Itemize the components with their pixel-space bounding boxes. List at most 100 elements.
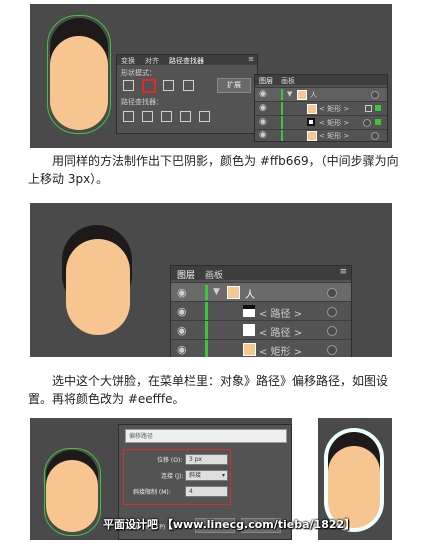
tab-artboards[interactable]: 画板 [205, 268, 223, 281]
target-icon[interactable] [327, 345, 337, 355]
eye-icon[interactable]: ◉ [177, 287, 187, 298]
selection-box [44, 448, 101, 536]
layers-panel-2: 图层 画板 ≡ ◉ ▼ 人 ◉ < 路径 > ◉ < 路径 > ◉ < 矩形 > [170, 265, 352, 357]
offset-label: 位移 (O): [157, 457, 183, 464]
chevron-down-icon: ▾ [221, 472, 225, 479]
instruction-text-1: 用同样的方法制作出下巴阴影，颜色为 #ffb669，（中间步骤为向上移动 3px… [28, 154, 399, 186]
dialog-title-bar: 偏移路径 [125, 429, 287, 443]
target-icon[interactable] [371, 91, 379, 99]
tab-pathfinder[interactable]: 路径查找器 [169, 56, 204, 66]
eye-icon[interactable]: ◉ [259, 90, 267, 99]
screenshot-1: 变换 对齐 路径查找器 ≡ 形状模式： 扩展 路径查找器： 图层 画板 ◉ ▼ … [30, 4, 392, 148]
layer-name: < 矩形 > [319, 105, 350, 113]
layer-name: 人 [310, 91, 317, 99]
dialog-title: 偏移路径 [129, 433, 154, 440]
layer-row[interactable]: ◉ < 矩形 > [255, 115, 387, 129]
eye-icon[interactable]: ◉ [259, 131, 267, 140]
layers-tabbar: 图层 画板 ≡ [171, 266, 351, 281]
layer-row[interactable]: ◉ ▼ 人 [171, 282, 351, 301]
tab-artboards[interactable]: 画板 [281, 76, 295, 86]
tab-layers[interactable]: 图层 [259, 76, 273, 86]
exclude-button[interactable] [183, 80, 194, 91]
layer-name: < 路径 > [259, 328, 303, 339]
target-icon[interactable] [371, 132, 379, 140]
outline-button[interactable] [199, 111, 210, 122]
layer-name: < 矩形 > [319, 132, 350, 140]
layer-row[interactable]: ◉ < 矩形 > [171, 339, 351, 357]
layer-color-bar [205, 285, 208, 300]
pathfinder-label: 路径查找器： [121, 98, 163, 106]
joins-label: 连接 (J): [161, 473, 184, 480]
eye-icon[interactable]: ◉ [259, 104, 267, 113]
target-icon[interactable] [327, 307, 337, 317]
layer-row[interactable]: ◉ < 路径 > [171, 301, 351, 320]
layer-thumbnail [243, 305, 255, 317]
expand-arrow-icon[interactable]: ▼ [287, 90, 292, 98]
instruction-text-2: 选中这个大饼脸，在菜单栏里：对象》路径》偏移路径，如图设置。再将颜色改为 #ee… [28, 374, 389, 406]
character-2 [62, 225, 132, 335]
face-shape [66, 239, 130, 335]
panel-menu-icon[interactable]: ≡ [339, 267, 347, 277]
watermark: 平面设计吧 【www.linecg.com/tieba/1822】 [103, 518, 356, 531]
layers-tabbar: 图层 画板 [255, 75, 387, 85]
eye-icon[interactable]: ◉ [177, 306, 187, 317]
tab-layers[interactable]: 图层 [177, 268, 195, 281]
shape-modes-label: 形状模式： [121, 69, 156, 77]
pathfinder-panel: 变换 对齐 路径查找器 ≡ 形状模式： 扩展 路径查找器： [116, 54, 258, 134]
unite-button[interactable] [123, 80, 134, 91]
panel-tabbar: 变换 对齐 路径查找器 ≡ [117, 55, 257, 65]
target-icon[interactable] [363, 119, 371, 127]
panel-menu-icon[interactable]: ≡ [248, 55, 254, 63]
layer-color-bar [205, 340, 208, 357]
selection-indicator [375, 105, 381, 111]
layer-thumbnail [227, 286, 240, 299]
crop-button[interactable] [180, 111, 191, 122]
layer-color-bar [281, 116, 283, 129]
target-icon[interactable] [327, 326, 337, 336]
layer-name: < 矩形 > [319, 119, 350, 127]
layer-row[interactable]: ◉ < 路径 > [171, 320, 351, 339]
layer-row[interactable]: ◉ < 矩形 > [255, 129, 387, 141]
layer-color-bar [281, 102, 283, 115]
layer-color-bar [205, 321, 208, 339]
offset-field[interactable]: 3 px [185, 454, 228, 465]
joins-value: 斜接 [189, 472, 202, 479]
layer-name: < 矩形 > [259, 347, 303, 357]
selection-indicator [375, 119, 381, 125]
layer-thumbnail [307, 131, 317, 141]
miter-limit-field[interactable]: 4 [185, 486, 228, 497]
merge-button[interactable] [161, 111, 172, 122]
eye-icon[interactable]: ◉ [177, 344, 187, 355]
trim-button[interactable] [142, 111, 153, 122]
miter-limit-label: 斜接限制 (M): [133, 489, 171, 496]
expand-button[interactable]: 扩展 [217, 78, 251, 93]
layer-name: 人 [245, 290, 255, 301]
layer-row[interactable]: ◉ < 矩形 > [255, 101, 387, 115]
layer-thumbnail [307, 118, 315, 126]
layer-color-bar [281, 89, 283, 100]
layer-thumbnail [307, 104, 317, 114]
divide-button[interactable] [123, 111, 134, 122]
character-1[interactable] [47, 15, 111, 134]
layer-color-bar [205, 302, 208, 320]
layer-name: < 路径 > [259, 309, 303, 320]
layer-thumbnail [297, 90, 307, 100]
layers-panel-1: 图层 画板 ◉ ▼ 人 ◉ < 矩形 > ◉ < 矩形 > ◉ < 矩形 > [254, 74, 388, 142]
eye-icon[interactable]: ◉ [259, 118, 267, 127]
selected-square-icon [365, 105, 372, 112]
tab-align[interactable]: 对齐 [145, 56, 159, 66]
layer-thumbnail [243, 324, 255, 336]
screenshot-2: 图层 画板 ≡ ◉ ▼ 人 ◉ < 路径 > ◉ < 路径 > ◉ < 矩形 > [30, 203, 392, 357]
target-icon[interactable] [327, 288, 337, 298]
minus-front-button[interactable] [142, 79, 156, 93]
character-3[interactable] [44, 448, 101, 536]
eye-icon[interactable]: ◉ [177, 325, 187, 336]
layer-row[interactable]: ◉ ▼ 人 [255, 87, 387, 101]
selection-box [47, 15, 111, 134]
layer-thumbnail [243, 343, 256, 356]
expand-arrow-icon[interactable]: ▼ [213, 287, 220, 297]
intersect-button[interactable] [163, 80, 174, 91]
joins-select[interactable]: 斜接 ▾ [185, 470, 228, 481]
tab-transform[interactable]: 变换 [121, 56, 135, 66]
layer-color-bar [281, 130, 283, 141]
